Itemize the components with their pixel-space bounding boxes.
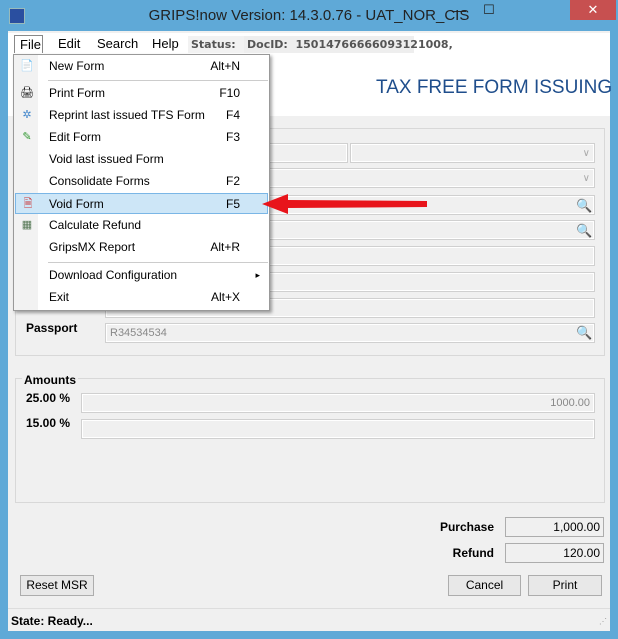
search-icon[interactable]: 🔍 xyxy=(576,197,592,213)
menu-item-shortcut: Alt+X xyxy=(210,290,240,304)
edit-form-icon: ✎ xyxy=(22,131,32,143)
menu-item-exit[interactable]: Exit Alt+X xyxy=(15,287,268,308)
dropdown[interactable]: ∨ xyxy=(350,143,595,163)
menu-item-calculate-refund[interactable]: ▦ Calculate Refund xyxy=(15,215,268,236)
menu-item-shortcut: Alt+R xyxy=(210,240,240,254)
amount-field[interactable] xyxy=(81,419,595,439)
title-bar: GRIPS!now Version: 14.3.0.76 - UAT_NOR_C… xyxy=(0,0,618,31)
minimize-button[interactable]: — xyxy=(444,2,474,22)
menu-item-void-form[interactable]: 🗎 Void Form F5 xyxy=(15,193,268,214)
menu-item-label: Consolidate Forms xyxy=(49,174,150,188)
close-button[interactable]: ✕ xyxy=(570,0,616,20)
cancel-button[interactable]: Cancel xyxy=(448,575,521,596)
menu-item-label: Void last issued Form xyxy=(49,152,164,166)
rate-label: 25.00 % xyxy=(26,391,71,405)
menu-item-reprint[interactable]: ✲ Reprint last issued TFS Form F4 xyxy=(15,105,268,126)
chevron-down-icon: ∨ xyxy=(582,148,590,159)
docid-text: DocID: 15014766666093121008, xyxy=(244,36,453,53)
menu-item-label: New Form xyxy=(49,59,105,73)
menu-file[interactable]: File xyxy=(14,35,43,53)
menu-item-shortcut: F2 xyxy=(225,174,240,188)
menu-item-print-form[interactable]: 🖨 Print Form F10 xyxy=(15,83,268,104)
reset-msr-button[interactable]: Reset MSR xyxy=(20,575,94,596)
menu-item-shortcut: F5 xyxy=(225,197,240,211)
menu-item-shortcut: F3 xyxy=(225,130,240,144)
menu-item-shortcut: F10 xyxy=(219,86,240,100)
resize-grip-icon[interactable]: ⋰ xyxy=(599,617,607,626)
maximize-button[interactable]: ☐ xyxy=(474,2,504,22)
menu-item-download-configuration[interactable]: Download Configuration ▸ xyxy=(15,265,268,286)
print-button[interactable]: Print xyxy=(528,575,602,596)
red-arrow-annotation xyxy=(262,194,427,214)
menu-item-consolidate[interactable]: Consolidate Forms F2 xyxy=(15,171,268,192)
menu-item-edit-form[interactable]: ✎ Edit Form F3 xyxy=(15,127,268,148)
printer-icon: 🖨 xyxy=(20,87,34,99)
menu-search[interactable]: Search xyxy=(91,35,144,53)
new-form-icon: 📄 xyxy=(20,60,34,72)
refund-label: Refund xyxy=(452,546,494,560)
menu-item-new-form[interactable]: 📄 New Form Alt+N xyxy=(15,56,268,77)
menu-separator xyxy=(48,80,268,81)
chevron-down-icon: ∨ xyxy=(582,173,590,184)
refund-value: 120.00 xyxy=(505,543,604,563)
calculator-icon: ▦ xyxy=(21,219,33,231)
menu-item-label: Edit Form xyxy=(49,130,102,144)
window-title: GRIPS!now Version: 14.3.0.76 - UAT_NOR_C… xyxy=(148,7,470,24)
amounts-title: Amounts xyxy=(22,373,78,387)
menu-item-void-last[interactable]: Void last issued Form xyxy=(15,149,268,170)
search-icon[interactable]: 🔍 xyxy=(576,325,592,341)
menu-item-label: Reprint last issued TFS Form xyxy=(49,108,205,122)
menu-item-label: Void Form xyxy=(49,197,104,211)
menu-item-label: Download Configuration xyxy=(49,268,178,282)
menu-item-label: Print Form xyxy=(49,86,106,100)
purchase-value: 1,000.00 xyxy=(505,517,604,537)
passport-label: Passport xyxy=(26,321,78,335)
menu-item-label: Exit xyxy=(49,290,70,304)
menu-edit[interactable]: Edit xyxy=(52,35,86,53)
menu-separator xyxy=(48,262,268,263)
amount-field[interactable]: 1000.00 xyxy=(81,393,595,413)
state-text: State: Ready... xyxy=(11,614,93,628)
menu-help[interactable]: Help xyxy=(146,35,185,53)
submenu-arrow-icon: ▸ xyxy=(255,270,260,280)
menu-item-shortcut: F4 xyxy=(225,108,240,122)
purchase-label: Purchase xyxy=(439,520,494,534)
reprint-icon: ✲ xyxy=(22,109,32,121)
menu-item-shortcut: Alt+N xyxy=(210,59,240,73)
status-bar: State: Ready... ⋰ xyxy=(8,608,610,631)
search-icon[interactable]: 🔍 xyxy=(576,222,592,238)
rate-label: 15.00 % xyxy=(26,416,71,430)
arrow-shape xyxy=(262,194,427,214)
menu-item-gripsmx-report[interactable]: GripsMX Report Alt+R xyxy=(15,237,268,258)
menu-item-label: GripsMX Report xyxy=(49,240,136,254)
page-title: TAX FREE FORM ISSUING xyxy=(376,77,613,98)
void-form-icon: 🗎 xyxy=(23,198,33,210)
file-menu-dropdown: 📄 New Form Alt+N 🖨 Print Form F10 ✲ Reprint l… xyxy=(13,54,270,311)
passport-field[interactable]: R34534534 xyxy=(105,323,595,343)
menu-item-label: Calculate Refund xyxy=(49,218,142,232)
